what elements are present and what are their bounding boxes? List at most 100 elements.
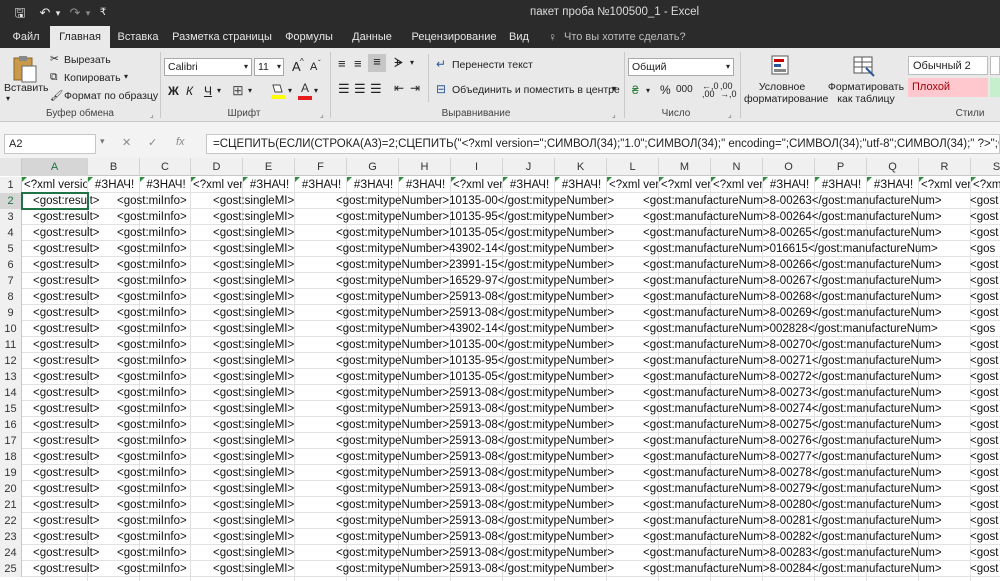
cut-button[interactable]: Вырезать (64, 54, 111, 66)
row-header[interactable]: 1 (0, 177, 22, 193)
row-header[interactable]: 12 (0, 353, 22, 369)
name-box[interactable]: A2 (4, 134, 96, 154)
alignment-launcher-icon[interactable]: ⌟ (612, 110, 616, 119)
decrease-indent-icon[interactable]: ⇤ (394, 81, 404, 95)
cell-m13[interactable]: <gost:manufactureNum>8-00272</gost:manuf… (643, 369, 942, 385)
cell-d5[interactable]: <gost:singleMI> (213, 241, 294, 257)
cell-m16[interactable]: <gost:manufactureNum>8-00275</gost:manuf… (643, 417, 942, 433)
tab-file[interactable]: Файл (6, 26, 46, 48)
column-header-g[interactable]: G (347, 158, 399, 176)
cell-m4[interactable]: <gost:manufactureNum>8-00265</gost:manuf… (643, 225, 942, 241)
align-middle-icon[interactable]: ≡ (354, 56, 362, 71)
cell-s3[interactable]: <gost (970, 209, 1000, 225)
cell-b3[interactable]: <gost:miInfo> (117, 209, 187, 225)
cell-h13[interactable]: <gost:mitypeNumber>10135-05</gost:mitype… (336, 369, 614, 385)
borders-icon[interactable]: ⊞ (232, 82, 244, 99)
column-header-b[interactable]: B (88, 158, 140, 176)
tab-page-layout[interactable]: Разметка страницы (170, 26, 274, 48)
number-launcher-icon[interactable]: ⌟ (728, 110, 732, 119)
cell-a9[interactable]: <gost:result> (33, 305, 99, 321)
cell-m23[interactable]: <gost:manufactureNum>8-00282</gost:manuf… (643, 529, 942, 545)
cell-a7[interactable]: <gost:result> (33, 273, 99, 289)
copy-button[interactable]: Копировать (64, 72, 121, 84)
row-header[interactable]: 11 (0, 337, 22, 353)
paste-icon[interactable] (10, 54, 38, 84)
cell-n1[interactable]: <?xml ver (711, 177, 763, 193)
cell-p1[interactable]: #ЗНАЧ! (815, 177, 867, 193)
cell-m10[interactable]: <gost:manufactureNum>002828</gost:manufa… (643, 321, 938, 337)
cell-s24[interactable]: <gost (970, 545, 1000, 561)
conditional-formatting-button[interactable]: Условное форматирование (744, 81, 828, 105)
cell-d2[interactable]: <gost:singleMI> (213, 193, 294, 209)
row-header[interactable]: 21 (0, 497, 22, 513)
row-header[interactable]: 22 (0, 513, 22, 529)
row-header[interactable]: 10 (0, 321, 22, 337)
column-header-o[interactable]: O (763, 158, 815, 176)
wrap-text-button[interactable]: Перенести текст (452, 59, 533, 71)
cell-a16[interactable]: <gost:result> (33, 417, 99, 433)
cell-d12[interactable]: <gost:singleMI> (213, 353, 294, 369)
cell-h7[interactable]: <gost:mitypeNumber>16529-97</gost:mitype… (336, 273, 614, 289)
column-header-k[interactable]: K (555, 158, 607, 176)
cell-o1[interactable]: #ЗНАЧ! (763, 177, 815, 193)
cell-m21[interactable]: <gost:manufactureNum>8-00280</gost:manuf… (643, 497, 942, 513)
cell-l1[interactable]: <?xml ver (607, 177, 659, 193)
cell-h1[interactable]: #ЗНАЧ! (399, 177, 451, 193)
style-normal2[interactable]: Обычный 2 (908, 56, 988, 75)
cell-s20[interactable]: <gost (970, 481, 1000, 497)
cell-c1[interactable]: #ЗНАЧ! (140, 177, 191, 193)
column-header-l[interactable]: L (607, 158, 659, 176)
tab-review[interactable]: Рецензирование (406, 26, 502, 48)
cell-b7[interactable]: <gost:miInfo> (117, 273, 187, 289)
borders-dropdown-icon[interactable]: ▾ (248, 86, 252, 95)
cell-s22[interactable]: <gost (970, 513, 1000, 529)
cell-m8[interactable]: <gost:manufactureNum>8-00268</gost:manuf… (643, 289, 942, 305)
cell-h10[interactable]: <gost:mitypeNumber>43902-14</gost:mitype… (336, 321, 614, 337)
shrink-font-button[interactable]: A (310, 61, 317, 73)
cell-h2[interactable]: <gost:mitypeNumber>10135-00</gost:mitype… (336, 193, 614, 209)
cell-s1[interactable]: <?xml ver (971, 177, 1000, 193)
cell-b18[interactable]: <gost:miInfo> (117, 449, 187, 465)
cell-a12[interactable]: <gost:result> (33, 353, 99, 369)
cell-b23[interactable]: <gost:miInfo> (117, 529, 187, 545)
cell-s17[interactable]: <gost (970, 433, 1000, 449)
paste-dropdown-icon[interactable]: ▾ (6, 94, 10, 103)
merge-center-button[interactable]: Объединить и поместить в центре (452, 84, 620, 96)
cell-m25[interactable]: <gost:manufactureNum>8-00284</gost:manuf… (643, 561, 942, 577)
cell-a24[interactable]: <gost:result> (33, 545, 99, 561)
cell-d17[interactable]: <gost:singleMI> (213, 433, 294, 449)
cell-s2[interactable]: <gost (970, 193, 1000, 209)
accounting-format-icon[interactable]: ₴ (632, 83, 639, 97)
cell-d10[interactable]: <gost:singleMI> (213, 321, 294, 337)
cell-f1[interactable]: #ЗНАЧ! (295, 177, 347, 193)
cell-d13[interactable]: <gost:singleMI> (213, 369, 294, 385)
underline-button[interactable]: Ч (204, 84, 212, 98)
cell-b12[interactable]: <gost:miInfo> (117, 353, 187, 369)
cell-b6[interactable]: <gost:miInfo> (117, 257, 187, 273)
align-left-icon[interactable]: ☰ (338, 81, 350, 97)
cell-b1[interactable]: #ЗНАЧ! (88, 177, 140, 193)
cell-b10[interactable]: <gost:miInfo> (117, 321, 187, 337)
row-header[interactable]: 4 (0, 225, 22, 241)
cell-d21[interactable]: <gost:singleMI> (213, 497, 294, 513)
cell-d11[interactable]: <gost:singleMI> (213, 337, 294, 353)
increase-decimal-icon[interactable]: ←,0,00 (702, 82, 719, 99)
cell-h22[interactable]: <gost:mitypeNumber>25913-08</gost:mitype… (336, 513, 614, 529)
style-bad[interactable]: Плохой (908, 78, 988, 97)
cell-a20[interactable]: <gost:result> (33, 481, 99, 497)
column-header-n[interactable]: N (711, 158, 763, 176)
cell-m5[interactable]: <gost:manufactureNum>016615</gost:manufa… (643, 241, 938, 257)
style-next[interactable] (990, 56, 1000, 75)
column-header-f[interactable]: F (295, 158, 347, 176)
cell-s21[interactable]: <gost (970, 497, 1000, 513)
cell-m14[interactable]: <gost:manufactureNum>8-00273</gost:manuf… (643, 385, 942, 401)
cell-h12[interactable]: <gost:mitypeNumber>10135-95</gost:mitype… (336, 353, 614, 369)
cell-h21[interactable]: <gost:mitypeNumber>25913-08</gost:mitype… (336, 497, 614, 513)
cell-m3[interactable]: <gost:manufactureNum>8-00264</gost:manuf… (643, 209, 942, 225)
insert-function-icon[interactable]: fx (176, 136, 185, 148)
fill-color-dropdown-icon[interactable]: ▾ (288, 86, 292, 95)
cell-e1[interactable]: #ЗНАЧ! (243, 177, 295, 193)
row-header[interactable]: 15 (0, 401, 22, 417)
cell-b24[interactable]: <gost:miInfo> (117, 545, 187, 561)
row-header[interactable]: 23 (0, 529, 22, 545)
